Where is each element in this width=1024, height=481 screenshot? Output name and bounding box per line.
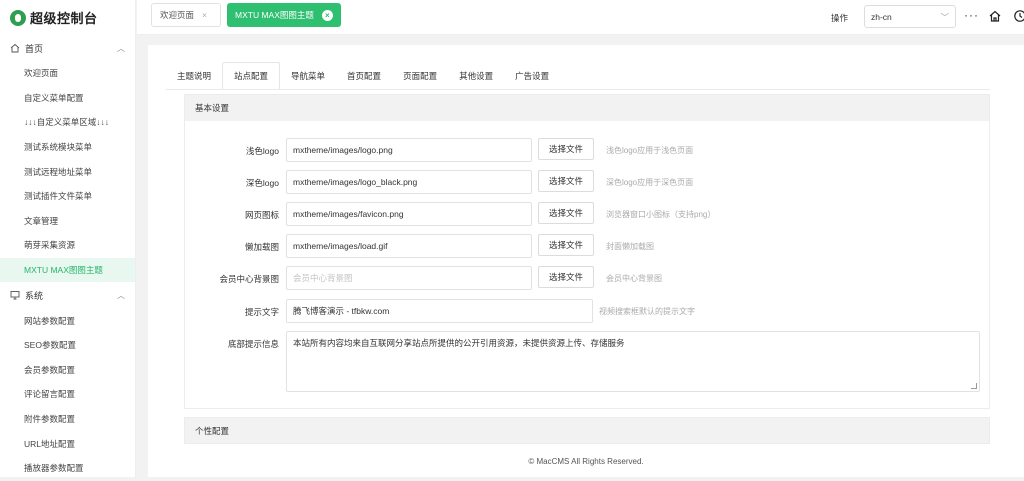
field-hint: 视频搜索框默认的提示文字	[599, 307, 695, 316]
personal-config-panel[interactable]: 个性配置	[184, 417, 990, 444]
tab-divider	[166, 89, 990, 90]
member-bg-input[interactable]: 会员中心背景图	[286, 266, 532, 290]
field-hint: 深色logo应用于深色页面	[606, 178, 694, 187]
home-icon	[10, 43, 20, 53]
field-footer-tip: 底部提示信息 本站所有内容均来自互联网分享站点所提供的公开引用资源，未提供资源上…	[185, 331, 991, 393]
sidebar-item-articles[interactable]: 文章管理	[0, 209, 135, 234]
sidebar-item-attachment[interactable]: 附件参数配置	[0, 407, 135, 432]
tab-site-config[interactable]: 站点配置	[222, 62, 281, 90]
field-favicon: 网页图标 mxtheme/images/favicon.png 选择文件 浏览器…	[185, 202, 991, 226]
panel-title: 基本设置	[185, 95, 989, 121]
choose-file-button[interactable]: 选择文件	[538, 234, 594, 256]
field-label: 深色logo	[245, 178, 279, 188]
choose-file-button[interactable]: 选择文件	[538, 266, 594, 288]
field-lazyload-image: 懒加载图 mxtheme/images/load.gif 选择文件 封面懒加载图	[185, 234, 991, 258]
field-tip-text: 提示文字 腾飞博客演示 - tfbkw.com 视频搜索框默认的提示文字	[185, 299, 991, 323]
panel-title: 个性配置	[195, 425, 230, 436]
chevron-up-icon: ︿	[117, 43, 125, 53]
field-label: 会员中心背景图	[219, 274, 279, 284]
sidebar-item-mxtu-theme[interactable]: MXTU MAX图图主题	[0, 257, 135, 283]
tab-page-config[interactable]: 页面配置	[392, 62, 448, 90]
dark-logo-input[interactable]: mxtheme/images/logo_black.png	[286, 170, 532, 194]
sidebar-item-welcome[interactable]: 欢迎页面	[0, 61, 135, 86]
home-icon[interactable]	[988, 9, 1002, 23]
sidebar-group-system[interactable]: 系统 ︿	[0, 282, 135, 308]
field-hint: 浏览器窗口小图标（支持png）	[606, 210, 716, 219]
sidebar-group-home[interactable]: 首页 ︿	[0, 35, 135, 61]
tab-ad-settings[interactable]: 广告设置	[504, 62, 560, 90]
choose-file-button[interactable]: 选择文件	[538, 138, 594, 160]
tab-label: MXTU MAX图图主题	[235, 10, 314, 20]
settings-tabs: 主题说明 站点配置 导航菜单 首页配置 页面配置 其他设置 广告设置	[166, 62, 560, 90]
choose-file-button[interactable]: 选择文件	[538, 202, 594, 224]
light-logo-input[interactable]: mxtheme/images/logo.png	[286, 138, 532, 162]
main-content: 主题说明 站点配置 导航菜单 首页配置 页面配置 其他设置 广告设置 基本设置 …	[148, 45, 1024, 477]
sidebar-item-comment[interactable]: 评论留言配置	[0, 382, 135, 407]
sidebar-item-collect[interactable]: 萌芽采集资源	[0, 233, 135, 258]
favicon-input[interactable]: mxtheme/images/favicon.png	[286, 202, 532, 226]
footer-tip-textarea[interactable]: 本站所有内容均来自互联网分享站点所提供的公开引用资源，未提供资源上传、存储服务	[286, 331, 980, 392]
sidebar-item-test-module[interactable]: 测试系统模块菜单	[0, 135, 135, 160]
tab-mxtu-theme[interactable]: MXTU MAX图图主题 ×	[227, 3, 341, 27]
app-title: 超级控制台	[30, 11, 98, 26]
chevron-up-icon: ︿	[117, 290, 125, 300]
app-logo-icon	[10, 9, 26, 26]
tab-other-settings[interactable]: 其他设置	[448, 62, 504, 90]
sidebar-group-label: 系统	[25, 290, 44, 301]
footer-tip-text: 本站所有内容均来自互联网分享站点所提供的公开引用资源，未提供资源上传、存储服务	[293, 338, 625, 348]
clock-icon[interactable]	[1013, 9, 1024, 23]
language-value: zh-cn	[871, 11, 892, 22]
field-hint: 封面懒加载图	[606, 242, 654, 251]
field-label: 网页图标	[244, 210, 279, 220]
tab-home-config[interactable]: 首页配置	[336, 62, 392, 90]
sidebar-group-label: 首页	[25, 43, 44, 54]
app-logo[interactable]: 超级控制台	[0, 0, 135, 35]
more-icon[interactable]: ···	[964, 8, 979, 22]
field-label: 提示文字	[244, 307, 279, 317]
field-dark-logo: 深色logo mxtheme/images/logo_black.png 选择文…	[185, 170, 991, 194]
field-light-logo: 浅色logo mxtheme/images/logo.png 选择文件 浅色lo…	[185, 138, 991, 162]
sidebar-item-member[interactable]: 会员参数配置	[0, 358, 135, 383]
sidebar-item-test-plugin[interactable]: 测试插件文件菜单	[0, 184, 135, 209]
field-label: 浅色logo	[245, 146, 279, 156]
tab-label: 欢迎页面	[160, 10, 195, 20]
field-hint: 浅色logo应用于浅色页面	[606, 146, 694, 155]
lazyload-image-input[interactable]: mxtheme/images/load.gif	[286, 234, 532, 258]
tip-text-input[interactable]: 腾飞博客演示 - tfbkw.com	[286, 299, 593, 323]
chevron-down-icon: ﹀	[940, 11, 949, 22]
sidebar-item-url[interactable]: URL地址配置	[0, 431, 135, 456]
choose-file-button[interactable]: 选择文件	[538, 170, 594, 192]
sidebar-item-test-remote[interactable]: 测试远程地址菜单	[0, 159, 135, 184]
field-label: 懒加载图	[244, 242, 279, 252]
tab-welcome[interactable]: 欢迎页面 ×	[151, 3, 221, 27]
close-icon[interactable]: ×	[202, 10, 207, 20]
sidebar-item-seo[interactable]: SEO参数配置	[0, 333, 135, 358]
monitor-icon	[10, 291, 20, 300]
tab-nav-menu[interactable]: 导航菜单	[280, 62, 336, 90]
field-label: 底部提示信息	[227, 339, 279, 349]
resize-handle-icon[interactable]	[971, 383, 977, 389]
close-icon[interactable]: ×	[321, 9, 333, 21]
language-select[interactable]: zh-cn ﹀	[864, 5, 956, 28]
footer-copyright: © MacCMS All Rights Reserved.	[528, 457, 644, 466]
sidebar: 超级控制台 首页 ︿ 欢迎页面 自定义菜单配置 ↓↓↓自定义菜单区域↓↓↓ 测试…	[0, 0, 136, 477]
sidebar-item-custom-menu-area[interactable]: ↓↓↓自定义菜单区域↓↓↓	[0, 110, 135, 135]
sidebar-item-site-params[interactable]: 网站参数配置	[0, 308, 135, 333]
sidebar-item-custom-menu[interactable]: 自定义菜单配置	[0, 86, 135, 111]
top-bar: 欢迎页面 × MXTU MAX图图主题 × 操作 zh-cn ﹀ ···	[137, 0, 1024, 35]
field-member-bg: 会员中心背景图 会员中心背景图 选择文件 会员中心背景图	[185, 266, 991, 290]
basic-settings-panel: 基本设置 浅色logo mxtheme/images/logo.png 选择文件…	[184, 94, 990, 409]
operation-label[interactable]: 操作	[831, 12, 848, 24]
field-hint: 会员中心背景图	[606, 274, 662, 283]
tab-theme-info[interactable]: 主题说明	[166, 62, 222, 90]
